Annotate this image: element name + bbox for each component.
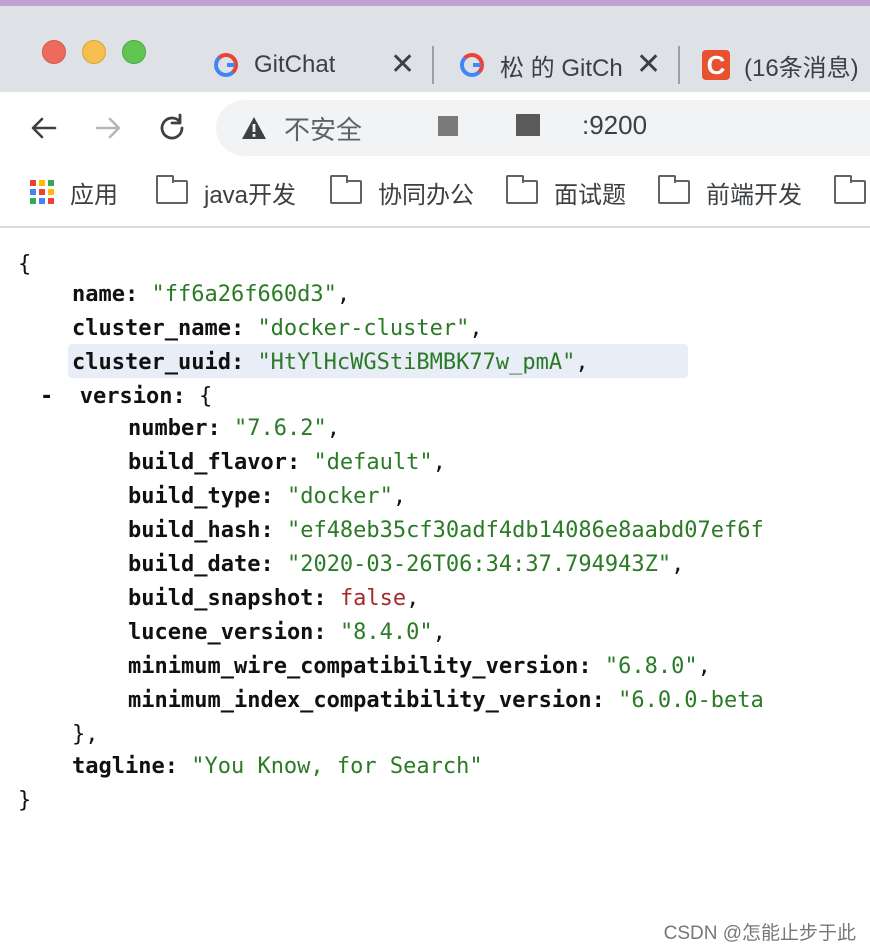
json-line-min-wire: minimum_wire_compatibility_version: "6.8… xyxy=(128,654,711,679)
csdn-watermark: CSDN @怎能止步于此 xyxy=(663,923,856,944)
json-line-lucene-version: lucene_version: "8.4.0", xyxy=(128,620,446,645)
tab-gitchat[interactable]: GitChat ✕ xyxy=(212,44,422,86)
redacted-block xyxy=(516,114,540,136)
window-close-button[interactable] xyxy=(42,40,66,64)
forward-button[interactable] xyxy=(86,106,130,150)
bookmark-label: 面试题 xyxy=(554,181,626,209)
folder-icon xyxy=(156,175,188,204)
json-key: number: xyxy=(128,416,221,441)
bookmark-label: 协同办公 xyxy=(378,181,474,209)
window-maximize-button[interactable] xyxy=(122,40,146,64)
json-close-brace: } xyxy=(18,788,32,813)
reload-icon xyxy=(160,113,184,140)
apps-grid-icon xyxy=(30,180,54,204)
json-line-min-index: minimum_index_compatibility_version: "6.… xyxy=(128,684,870,718)
json-key: name: xyxy=(72,282,139,307)
json-value: "2020-03-26T06:34:37.794943Z" xyxy=(286,552,672,577)
tab-separator xyxy=(432,46,434,84)
reload-button[interactable] xyxy=(150,106,194,150)
bookmark-more-folder[interactable] xyxy=(834,175,866,208)
tab-close-icon[interactable]: ✕ xyxy=(390,50,415,80)
bookmark-label: 应用 xyxy=(70,181,118,209)
folder-icon xyxy=(658,175,690,204)
bookmark-label: 前端开发 xyxy=(706,181,802,209)
json-value: false xyxy=(339,586,407,611)
collapse-toggle-button[interactable]: - xyxy=(40,384,53,409)
folder-icon xyxy=(506,175,538,204)
folder-icon xyxy=(330,175,362,204)
json-line-build-snapshot: build_snapshot: false, xyxy=(128,586,420,611)
json-key: lucene_version: xyxy=(128,620,327,645)
json-key: cluster_name: xyxy=(72,316,245,341)
arrow-left-icon xyxy=(31,117,57,139)
json-key: build_hash: xyxy=(128,518,274,543)
json-line-build-type: build_type: "docker", xyxy=(128,484,407,509)
json-key: tagline: xyxy=(72,754,178,779)
bookmark-collab[interactable]: 协同办公 xyxy=(330,175,474,209)
json-value: "docker" xyxy=(286,484,393,509)
url-text[interactable]: :9200 xyxy=(582,110,647,141)
bookmark-interview[interactable]: 面试题 xyxy=(506,175,626,209)
json-line-version: - version: { xyxy=(40,384,213,409)
json-value: "HtYlHcWGStiBMBK77w_pmA" xyxy=(257,350,576,375)
bookmark-label: java开发 xyxy=(204,181,297,209)
json-key: build_date: xyxy=(128,552,274,577)
tab-csdn[interactable]: C (16条消息) xyxy=(702,44,870,86)
json-viewer: { name: "ff6a26f660d3", cluster_name: "d… xyxy=(0,230,870,952)
json-value: "ef48eb35cf30adf4db14086e8aabd07ef6f xyxy=(286,518,764,543)
google-g-icon xyxy=(458,51,486,79)
json-key: minimum_wire_compatibility_version: xyxy=(128,654,592,679)
json-value: "6.0.0-beta xyxy=(618,688,764,713)
json-value: "6.8.0" xyxy=(604,654,698,679)
bookmark-java[interactable]: java开发 xyxy=(156,175,297,209)
json-value: "ff6a26f660d3" xyxy=(151,282,337,307)
json-key: build_snapshot: xyxy=(128,586,327,611)
window-minimize-button[interactable] xyxy=(82,40,106,64)
google-g-icon xyxy=(212,51,240,79)
folder-icon xyxy=(834,175,866,204)
json-key: build_flavor: xyxy=(128,450,301,475)
json-line-cluster-uuid: cluster_uuid: "HtYlHcWGStiBMBK77w_pmA", xyxy=(72,350,589,375)
bookmark-frontend[interactable]: 前端开发 xyxy=(658,175,802,209)
json-line-name: name: "ff6a26f660d3", xyxy=(72,282,351,307)
tab-strip: GitChat ✕ 松 的 GitCh ✕ C (16条消息) xyxy=(0,0,870,92)
json-open-brace: { xyxy=(18,252,32,277)
bookmarks-bar: 应用 java开发 协同办公 面试题 前端开发 xyxy=(0,164,870,228)
json-key: minimum_index_compatibility_version: xyxy=(128,688,605,713)
tab-title: (16条消息) xyxy=(744,54,859,82)
json-line-number: number: "7.6.2", xyxy=(128,416,340,441)
tab-title: 松 的 GitCh xyxy=(500,54,623,82)
tab-title: GitChat xyxy=(254,51,336,78)
warning-triangle-icon[interactable] xyxy=(240,114,268,142)
tab-gitchat-2[interactable]: 松 的 GitCh ✕ xyxy=(458,44,668,86)
security-label[interactable]: 不安全 xyxy=(284,110,362,147)
back-button[interactable] xyxy=(22,106,66,150)
json-key: build_type: xyxy=(128,484,274,509)
json-line-build-hash: build_hash: "ef48eb35cf30adf4db14086e8aa… xyxy=(128,514,870,548)
bookmark-apps[interactable]: 应用 xyxy=(30,176,118,209)
json-line-build-date: build_date: "2020-03-26T06:34:37.794943Z… xyxy=(128,552,685,577)
json-value: "8.4.0" xyxy=(339,620,433,645)
tab-separator xyxy=(678,46,680,84)
json-line-build-flavor: build_flavor: "default", xyxy=(128,450,446,475)
redacted-block xyxy=(438,116,458,136)
json-value: "You Know, for Search" xyxy=(191,754,483,779)
json-line-cluster-name: cluster_name: "docker-cluster", xyxy=(72,316,483,341)
json-key: version: xyxy=(79,384,186,409)
csdn-icon: C xyxy=(702,50,730,80)
json-value: "docker-cluster" xyxy=(257,316,470,341)
arrow-right-icon xyxy=(95,117,121,139)
json-value: "default" xyxy=(313,450,433,475)
json-value: "7.6.2" xyxy=(233,416,327,441)
json-key: cluster_uuid: xyxy=(72,350,245,375)
json-line-tagline: tagline: "You Know, for Search" xyxy=(72,750,483,784)
tab-close-icon[interactable]: ✕ xyxy=(636,50,661,80)
json-version-close: }, xyxy=(72,722,99,747)
